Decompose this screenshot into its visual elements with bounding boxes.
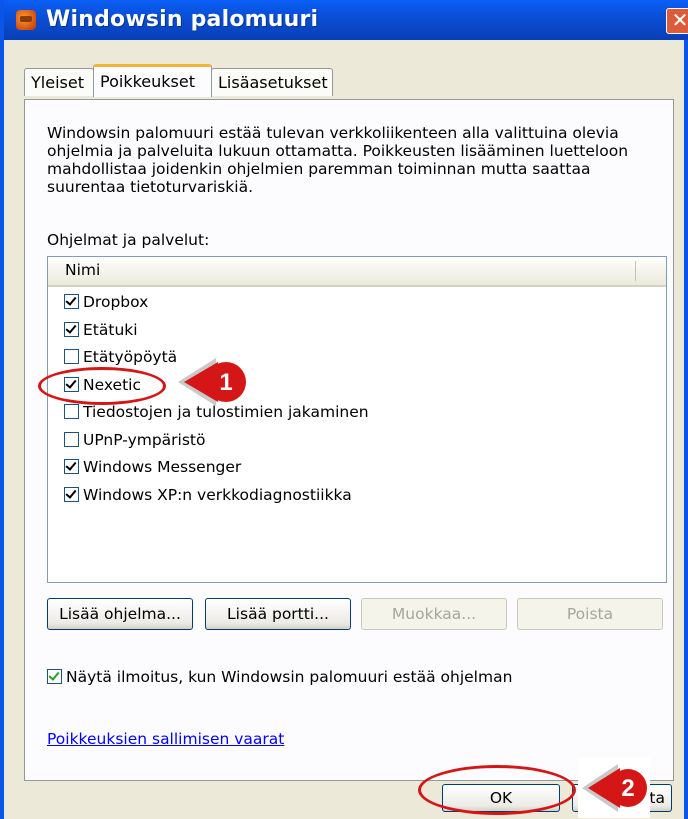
list-item[interactable]: Dropbox [64, 293, 148, 315]
add-program-button[interactable]: Lisää ohjelma... [47, 598, 193, 630]
firewall-dialog: Windowsin palomuuri ✕ Yleiset Poikkeukse… [0, 0, 688, 819]
close-button[interactable]: ✕ [666, 8, 688, 34]
list-item-checkbox[interactable] [64, 459, 79, 474]
header-separator [635, 261, 636, 281]
list-item-checkbox[interactable] [64, 349, 79, 364]
list-item[interactable]: UPnP-ympäristö [64, 431, 206, 453]
tab-general[interactable]: Yleiset [24, 68, 94, 96]
window-title: Windowsin palomuuri [46, 7, 319, 32]
notify-option[interactable]: Näytä ilmoitus, kun Windowsin palomuuri … [47, 668, 512, 686]
add-port-button[interactable]: Lisää portti... [205, 598, 351, 630]
tab-advanced[interactable]: Lisäasetukset [211, 68, 333, 96]
title-bar[interactable]: Windowsin palomuuri ✕ [4, 0, 688, 40]
step-marker-2: 2 [578, 758, 650, 818]
edit-button[interactable]: Muokkaa... [361, 598, 507, 630]
highlight-ellipse-ok [418, 765, 576, 815]
exceptions-panel: Windowsin palomuuri estää tulevan verkko… [24, 99, 674, 781]
list-item-checkbox[interactable] [64, 321, 79, 337]
list-item[interactable]: Windows XP:n verkkodiagnostiikka [64, 486, 352, 508]
list-item-label: UPnP-ympäristö [83, 430, 206, 449]
list-item-label: Etätyöpöytä [83, 348, 178, 366]
list-item-checkbox[interactable] [64, 431, 79, 447]
list-item-checkbox[interactable] [64, 486, 79, 502]
list-item-label: Windows XP:n verkkodiagnostiikka [83, 485, 352, 504]
highlight-ellipse-nexetic [38, 367, 166, 405]
list-item-checkbox[interactable] [64, 404, 79, 419]
list-item[interactable]: Windows Messenger [64, 458, 241, 480]
list-item-checkbox[interactable] [64, 294, 79, 309]
firewall-icon [16, 10, 36, 30]
list-item[interactable]: Etätyöpöytä [64, 348, 177, 370]
tab-exceptions[interactable]: Poikkeukset [93, 64, 212, 97]
name-column-header[interactable]: Nimi [65, 261, 100, 279]
remove-button[interactable]: Poista [517, 598, 663, 630]
step-number-2: 2 [621, 775, 634, 802]
list-item-label: Etätuki [83, 320, 138, 339]
list-header[interactable]: Nimi [48, 257, 666, 287]
notify-label: Näytä ilmoitus, kun Windowsin palomuuri … [66, 668, 513, 686]
step-number-1: 1 [219, 369, 232, 396]
programs-label: Ohjelmat ja palvelut: [47, 231, 210, 249]
intro-text: Windowsin palomuuri estää tulevan verkko… [47, 124, 629, 196]
programs-list[interactable]: Nimi Dropbox Etätuki Etätyöpöytä Nexetic Tie… [47, 256, 667, 583]
step-marker-1: 1 [178, 358, 246, 406]
list-item-label: Windows Messenger [83, 458, 242, 476]
list-item[interactable]: Etätuki [64, 321, 138, 343]
list-item-label: Dropbox [83, 293, 149, 311]
exceptions-risk-link[interactable]: Poikkeuksien sallimisen vaarat [47, 730, 284, 748]
notify-checkbox[interactable] [47, 669, 62, 684]
